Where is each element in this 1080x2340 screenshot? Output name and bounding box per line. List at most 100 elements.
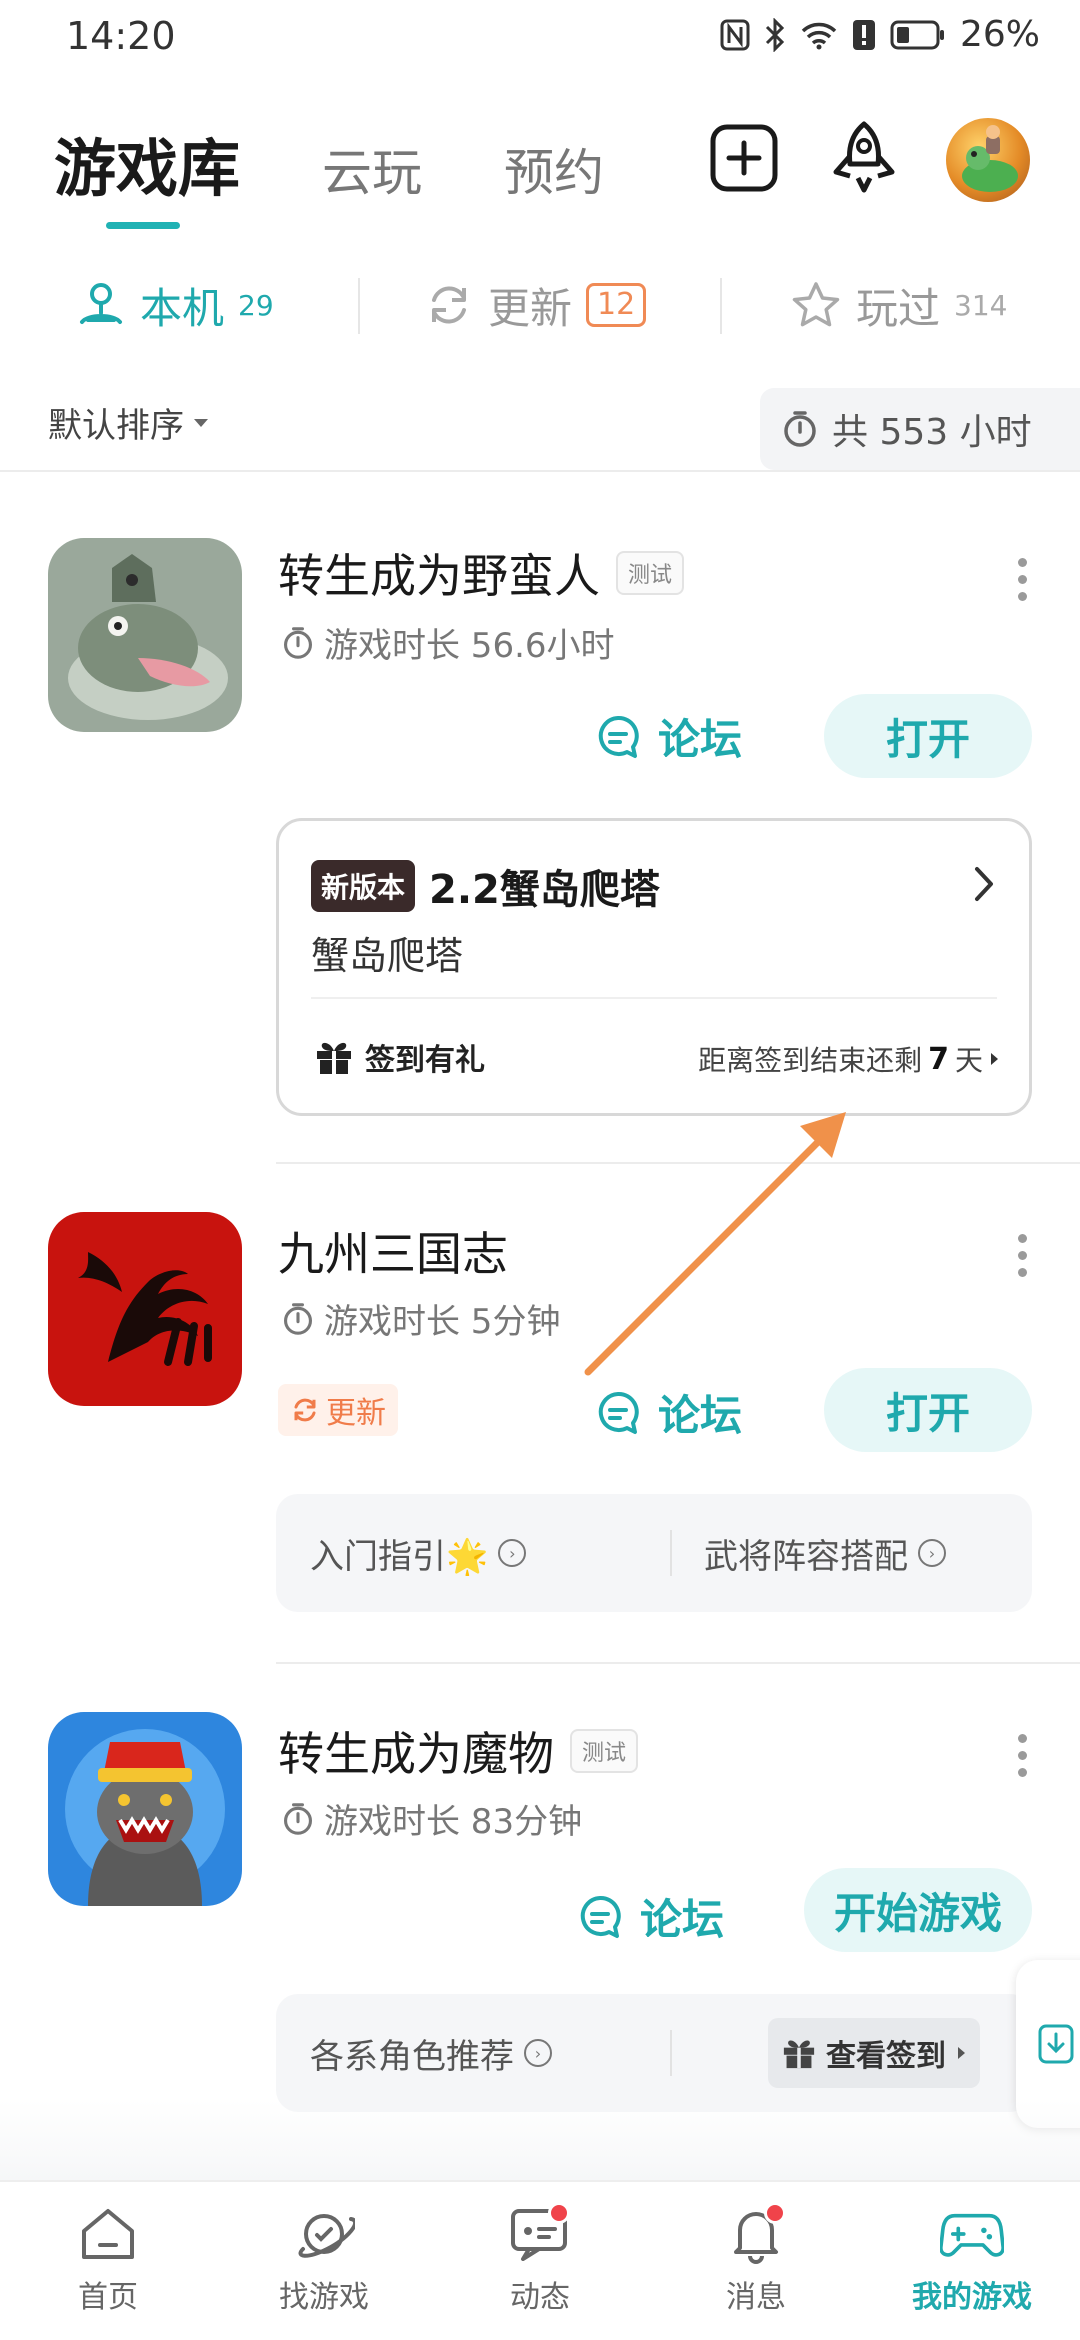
- gift-icon: [317, 1042, 351, 1074]
- more-menu-button[interactable]: [1016, 1734, 1028, 1777]
- playtime: 游戏时长 56.6小时: [324, 626, 615, 666]
- playtime: 游戏时长 5分钟: [324, 1302, 561, 1342]
- local-icon: [80, 283, 122, 324]
- link-divider: [670, 2030, 672, 2076]
- view-checkin-button[interactable]: 查看签到: [768, 2018, 980, 2088]
- nav-my-games[interactable]: 我的游戏: [864, 2202, 1080, 2316]
- rocket-button[interactable]: [824, 118, 904, 198]
- subtab-played[interactable]: 玩过 314: [790, 270, 1007, 340]
- game-icon-barbarian[interactable]: [48, 538, 242, 732]
- refresh-icon: [432, 286, 466, 324]
- nav-label: 找游戏: [279, 2280, 369, 2315]
- timer-icon: [284, 1302, 312, 1335]
- nav-label: 首页: [78, 2280, 138, 2315]
- wifi-icon: [800, 20, 838, 50]
- link-divider: [670, 1530, 672, 1576]
- rocket-icon: [833, 121, 895, 193]
- subtab-played-count: 314: [954, 288, 1008, 322]
- subtab-divider: [720, 278, 722, 334]
- card-divider: [276, 1162, 1080, 1164]
- sort-label: 默认排序: [48, 406, 184, 446]
- subtab-updates[interactable]: 更新 12: [424, 270, 647, 340]
- subtab-divider: [358, 278, 360, 334]
- add-icon: [710, 124, 778, 192]
- game-title-row: 转生成为野蛮人 测试: [278, 540, 685, 606]
- notification-dot: [764, 2202, 786, 2224]
- circle-arrow-icon: ›: [498, 1539, 527, 1567]
- game-icon-jiuzhou[interactable]: [48, 1212, 242, 1406]
- checkin-reward[interactable]: 签到有礼: [315, 1035, 485, 1079]
- top-tabs: 游戏库 云玩 预约: [54, 118, 604, 208]
- more-menu-button[interactable]: [1016, 558, 1028, 601]
- new-version-badge: 新版本: [311, 860, 416, 912]
- game-title-row: 转生成为魔物 测试: [278, 1718, 639, 1784]
- status-time: 14:20: [66, 14, 176, 58]
- open-button[interactable]: 打开: [824, 694, 1032, 778]
- subtab-updates-count: 12: [586, 283, 647, 327]
- version-divider: [311, 997, 997, 999]
- total-hours-pill[interactable]: 共 553 小时: [760, 388, 1080, 470]
- bottom-nav: 首页 找游戏 动态 消息 我的游戏: [0, 2180, 1080, 2340]
- sort-dropdown[interactable]: 默认排序: [48, 398, 210, 447]
- countdown-unit: 天: [954, 1044, 983, 1077]
- nav-feed[interactable]: 动态: [432, 2202, 648, 2316]
- subtabs: 本机 29 更新 12 玩过 314: [0, 270, 1080, 340]
- more-menu-button[interactable]: [1016, 1234, 1028, 1277]
- gamepad-icon: [940, 2202, 1004, 2266]
- nav-messages[interactable]: 消息: [648, 2202, 864, 2316]
- subtab-local-label: 本机: [140, 283, 225, 333]
- start-game-button[interactable]: 开始游戏: [804, 1868, 1032, 1952]
- game-icon-monster[interactable]: [48, 1712, 242, 1906]
- subtab-local[interactable]: 本机 29: [76, 270, 274, 340]
- test-tag: 测试: [570, 1729, 639, 1773]
- home-icon: [76, 2202, 140, 2266]
- game-title[interactable]: 转生成为野蛮人: [278, 540, 600, 606]
- game-title[interactable]: 九州三国志: [278, 1218, 508, 1284]
- forum-label: 论坛: [640, 1895, 725, 1944]
- battery-percent: 26%: [959, 14, 1040, 55]
- subtab-played-label: 玩过: [856, 283, 941, 333]
- guide-link-lineup[interactable]: 武将阵容搭配 ›: [704, 1529, 946, 1578]
- tab-game-library[interactable]: 游戏库: [54, 118, 240, 208]
- planet-icon: [292, 2202, 356, 2266]
- nav-find-games[interactable]: 找游戏: [216, 2202, 432, 2316]
- section-divider: [0, 470, 1080, 472]
- view-checkin-label: 查看签到: [826, 2039, 946, 2074]
- tab-cloud-play[interactable]: 云玩: [322, 133, 422, 205]
- forum-button[interactable]: 论坛: [596, 706, 742, 767]
- guide-link-beginner[interactable]: 入门指引🌟 ›: [310, 1529, 527, 1578]
- forum-icon: [580, 1895, 621, 1938]
- guide-link-label: 武将阵容搭配: [704, 1536, 908, 1577]
- add-button[interactable]: [704, 118, 784, 198]
- guide-link-label: 入门指引🌟: [310, 1536, 489, 1577]
- forum-button[interactable]: 论坛: [596, 1382, 742, 1443]
- playtime-row: 游戏时长 83分钟: [282, 1794, 582, 1843]
- chevron-right-icon: [975, 867, 993, 901]
- active-tab-indicator: [106, 222, 180, 229]
- card-divider: [276, 1662, 1080, 1664]
- checkin-countdown[interactable]: 距离签到结束还剩 7 天: [698, 1039, 999, 1079]
- timer-icon: [284, 1802, 312, 1835]
- total-hours: 共 553 小时: [832, 412, 1032, 453]
- status-icons: 26%: [720, 14, 1040, 55]
- bell-icon: [724, 2202, 788, 2266]
- chat-icon: [508, 2202, 572, 2266]
- avatar[interactable]: [946, 118, 1030, 202]
- forum-icon: [598, 1391, 639, 1434]
- new-version-card[interactable]: 新版本 2.2蟹岛爬塔 蟹岛爬塔 签到有礼 距离签到结束还剩 7 天: [276, 818, 1032, 1116]
- checkin-label: 签到有礼: [365, 1043, 485, 1078]
- battery-icon: [890, 20, 946, 50]
- forum-label: 论坛: [658, 1391, 743, 1440]
- guide-links-bar: 各系角色推荐 › 查看签到: [276, 1994, 1032, 2112]
- star-icon: [792, 282, 840, 327]
- forum-button[interactable]: 论坛: [578, 1886, 724, 1947]
- guide-link-roles[interactable]: 各系角色推荐 ›: [310, 2029, 552, 2078]
- open-button[interactable]: 打开: [824, 1368, 1032, 1452]
- guide-links-bar: 入门指引🌟 › 武将阵容搭配 ›: [276, 1494, 1032, 1612]
- update-chip[interactable]: 更新: [278, 1384, 398, 1436]
- game-title[interactable]: 转生成为魔物: [278, 1718, 554, 1784]
- subtab-local-count: 29: [238, 288, 274, 322]
- nav-home[interactable]: 首页: [0, 2202, 216, 2316]
- tab-reservation[interactable]: 预约: [504, 133, 604, 205]
- timer-icon: [284, 626, 312, 659]
